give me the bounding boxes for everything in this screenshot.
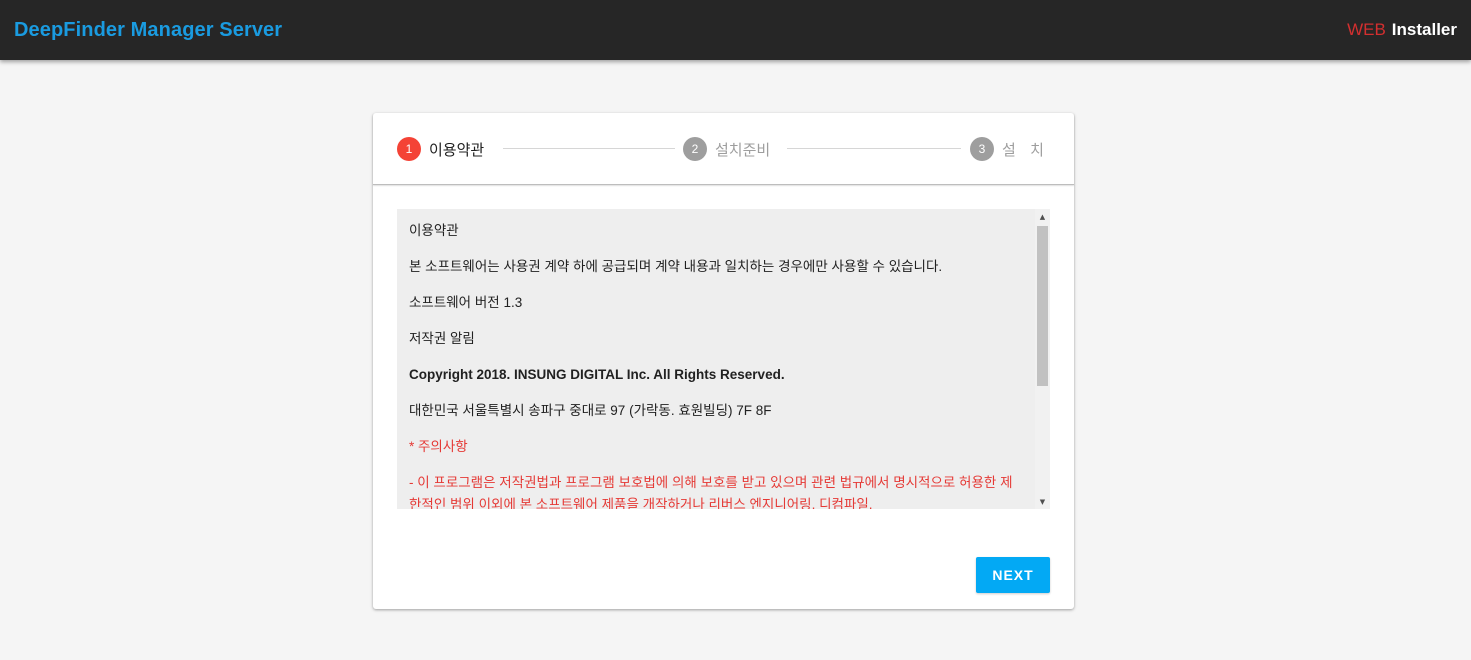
step-number-badge: 3: [970, 137, 994, 161]
brand-installer-label: Installer: [1391, 20, 1457, 39]
step-install: 3 설 치: [970, 137, 1044, 161]
step-number-badge: 1: [397, 137, 421, 161]
step-label: 이용약관: [429, 140, 485, 159]
terms-scroll-box[interactable]: 이용약관 본 소프트웨어는 사용권 계약 하에 공급되며 계약 내용과 일치하는…: [397, 209, 1050, 509]
terms-copyright-heading: 저작권 알림: [409, 331, 475, 346]
terms-content: 이용약관 본 소프트웨어는 사용권 계약 하에 공급되며 계약 내용과 일치하는…: [397, 209, 1035, 509]
brand-web-label: WEB: [1347, 20, 1386, 39]
terms-caution-heading: * 주의사항: [409, 439, 468, 454]
scroll-down-arrow-icon[interactable]: ▼: [1035, 494, 1050, 509]
installer-card: 1 이용약관 2 설치준비 3 설 치 이용약관 본 소프트웨어는 사용권 계약…: [373, 113, 1074, 609]
terms-address: 대한민국 서울특별시 송파구 중대로 97 (가락동. 효원빌딩) 7F 8F: [409, 403, 772, 418]
scroll-thumb[interactable]: [1037, 226, 1048, 386]
scroll-up-arrow-icon[interactable]: ▲: [1035, 209, 1050, 224]
terms-heading: 이용약관: [409, 223, 459, 238]
vertical-scrollbar[interactable]: ▲ ▼: [1035, 209, 1050, 509]
step-number-badge: 2: [683, 137, 707, 161]
terms-license-text: 본 소프트웨어는 사용권 계약 하에 공급되며 계약 내용과 일치하는 경우에만…: [409, 259, 943, 274]
app-title: DeepFinder Manager Server: [14, 18, 283, 41]
terms-caution-text: - 이 프로그램은 저작권법과 프로그램 보호법에 의해 보호를 받고 있으며 …: [409, 475, 1013, 509]
step-label: 설치준비: [715, 140, 771, 159]
terms-version: 소프트웨어 버전 1.3: [409, 295, 523, 310]
stepper: 1 이용약관 2 설치준비 3 설 치: [373, 113, 1074, 185]
step-terms: 1 이용약관: [397, 137, 484, 161]
step-connector: [503, 148, 675, 149]
step-preparation: 2 설치준비: [683, 137, 770, 161]
step-connector: [787, 148, 961, 149]
brand-logo: WEB Installer: [1347, 20, 1457, 40]
step-label: 설 치: [1002, 140, 1044, 159]
next-button[interactable]: NEXT: [976, 557, 1050, 593]
top-app-bar: DeepFinder Manager Server WEB Installer: [0, 0, 1471, 60]
terms-copyright: Copyright 2018. INSUNG DIGITAL Inc. All …: [409, 367, 785, 382]
